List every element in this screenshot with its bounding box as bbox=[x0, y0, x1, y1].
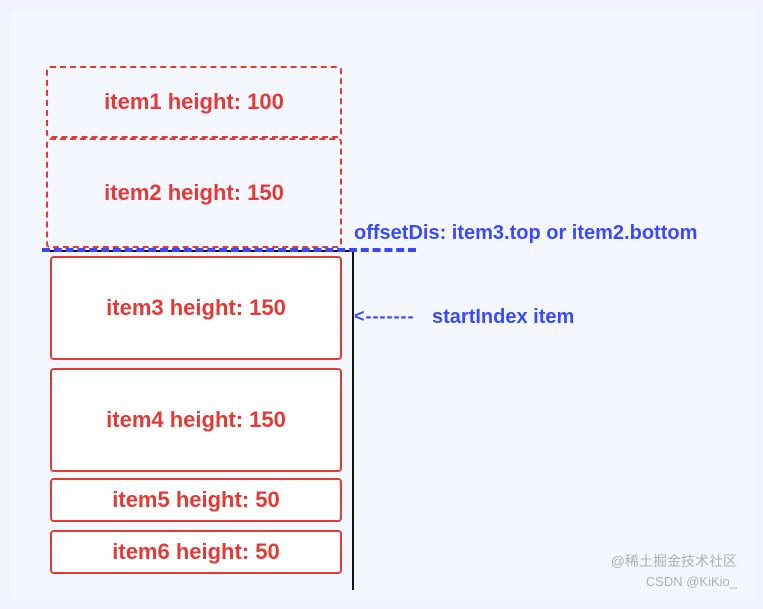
annotation-offsetdis: offsetDis: item3.top or item2.bottom bbox=[354, 222, 697, 245]
visible-item-6: item6 height: 50 bbox=[50, 530, 342, 574]
visible-item-5: item5 height: 50 bbox=[50, 478, 342, 522]
offset-dis-line bbox=[42, 248, 416, 252]
watermark-csdn: CSDN @KiKio_ bbox=[646, 574, 737, 589]
visible-item-label: item3 height: 150 bbox=[106, 295, 286, 321]
visible-item-label: item5 height: 50 bbox=[112, 487, 279, 513]
annotation-startindex: startIndex item bbox=[432, 306, 574, 329]
visible-item-label: item6 height: 50 bbox=[112, 539, 279, 565]
visible-item-3: item3 height: 150 bbox=[50, 256, 342, 360]
ghost-item-2: item2 height: 150 bbox=[46, 138, 342, 248]
watermark-juejin: @稀土掘金技术社区 bbox=[611, 551, 737, 571]
ghost-item-1: item1 height: 100 bbox=[46, 66, 342, 138]
visible-item-4: item4 height: 150 bbox=[50, 368, 342, 472]
ghost-item-label: item2 height: 150 bbox=[104, 180, 284, 206]
diagram-stage: item1 height: 100 item2 height: 150 item… bbox=[10, 10, 753, 599]
ghost-item-label: item1 height: 100 bbox=[104, 89, 284, 115]
arrow-left-icon: <------- bbox=[354, 306, 414, 327]
visible-item-label: item4 height: 150 bbox=[106, 407, 286, 433]
